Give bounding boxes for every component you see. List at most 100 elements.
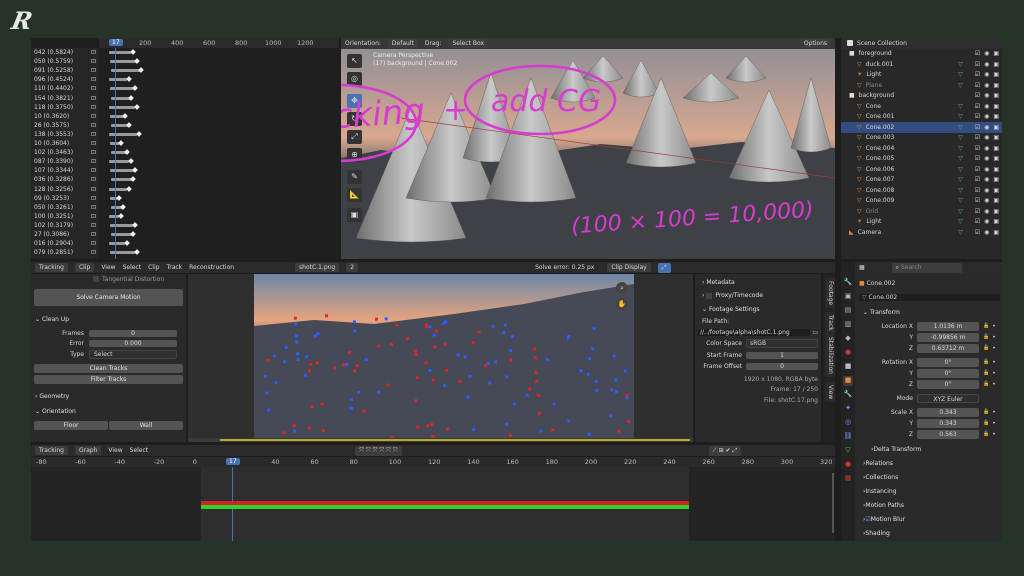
keyframe-dot-icon[interactable]: • <box>992 370 996 377</box>
property-section-header[interactable]: › Motion Paths <box>859 500 1000 511</box>
graph-view-dropdown[interactable]: Graph <box>74 446 102 455</box>
track-marker[interactable] <box>292 423 296 427</box>
lock-icon[interactable]: 🔓 <box>983 431 989 437</box>
tab-view[interactable]: View <box>825 382 835 403</box>
graph-scrollbar[interactable] <box>832 473 834 533</box>
lock-icon[interactable]: 🔓 <box>983 370 989 376</box>
keyframe-dot-icon[interactable]: • <box>992 345 996 352</box>
render-icon[interactable]: ▣ <box>993 50 999 57</box>
eye-icon[interactable]: ◉ <box>984 197 989 204</box>
track-marker[interactable] <box>623 369 627 373</box>
lock-icon[interactable]: 🔓 <box>983 359 989 365</box>
track-lock-icon[interactable]: ⊡ <box>91 167 96 174</box>
track-marker[interactable] <box>295 334 299 338</box>
track-marker[interactable] <box>355 364 359 368</box>
properties-search[interactable]: ⌕ Search <box>891 262 962 273</box>
keyframe-diamond[interactable] <box>126 185 132 192</box>
track-marker[interactable] <box>468 374 472 378</box>
eye-icon[interactable]: ◉ <box>984 187 989 194</box>
track-channel[interactable]: 10 (0.3620) ⊡ <box>31 112 99 121</box>
track-marker[interactable] <box>413 349 417 353</box>
frame-marker[interactable]: 17 <box>109 39 123 46</box>
render-icon[interactable]: ▣ <box>993 113 999 120</box>
track-marker[interactable] <box>539 429 543 433</box>
track-marker[interactable] <box>505 422 509 426</box>
track-lock-icon[interactable]: ⊡ <box>91 186 96 193</box>
track-marker[interactable] <box>282 360 286 364</box>
track-marker[interactable] <box>534 371 538 375</box>
track-marker[interactable] <box>309 362 313 366</box>
track-marker[interactable] <box>627 420 631 424</box>
track-channel[interactable]: 110 (0.4402) ⊡ <box>31 84 99 93</box>
menu-reconstruction[interactable]: Reconstruction <box>189 264 234 271</box>
lock-icon[interactable]: 🔓 <box>983 409 989 415</box>
track-marker[interactable] <box>431 378 435 382</box>
track-marker[interactable] <box>511 335 515 339</box>
outliner-item[interactable]: ☀ Light ▽ ☑ ◉ ▣ <box>841 217 1002 228</box>
scene-tab-icon[interactable]: ◆ <box>843 334 853 344</box>
track-marker[interactable] <box>293 316 297 320</box>
eye-icon[interactable]: ◉ <box>984 124 989 131</box>
visibility-checkbox[interactable]: ☑ <box>975 197 980 204</box>
track-channel[interactable]: 050 (0.3261) ⊡ <box>31 203 99 212</box>
outliner-item[interactable]: ▽ Cone ▽ ☑ ◉ ▣ <box>841 101 1002 112</box>
track-marker[interactable] <box>443 342 447 346</box>
track-marker[interactable] <box>444 368 448 372</box>
track-marker[interactable] <box>463 355 467 359</box>
outliner-item[interactable]: ▽ Cone.008 ▽ ☑ ◉ ▣ <box>841 185 1002 196</box>
track-marker[interactable] <box>374 317 378 321</box>
track-lock-icon[interactable]: ⊡ <box>91 131 96 138</box>
track-marker[interactable] <box>348 351 352 355</box>
start-frame-field[interactable]: 1 <box>746 351 818 359</box>
proxy-section-header[interactable]: › Proxy/Timecode <box>698 290 818 301</box>
track-marker[interactable] <box>535 379 539 383</box>
track-marker[interactable] <box>533 347 537 351</box>
tab-stabilization[interactable]: Stabilization <box>825 334 835 377</box>
track-marker[interactable] <box>484 364 488 368</box>
track-marker[interactable] <box>348 406 352 410</box>
render-icon[interactable]: ▣ <box>993 145 999 152</box>
error-field[interactable]: 0.000 <box>89 340 177 348</box>
track-marker[interactable] <box>428 325 432 329</box>
track-marker[interactable] <box>320 402 324 406</box>
outliner-item[interactable]: ▽ Cone.006 ▽ ☑ ◉ ▣ <box>841 164 1002 175</box>
keyframe-diamond[interactable] <box>124 240 130 246</box>
keyframe-diamond[interactable] <box>126 76 132 83</box>
track-marker[interactable] <box>272 354 276 358</box>
track-lock-icon[interactable]: ⊡ <box>91 140 96 147</box>
track-marker[interactable] <box>508 434 512 438</box>
track-marker[interactable] <box>349 397 353 401</box>
track-marker[interactable] <box>430 423 434 427</box>
track-marker[interactable] <box>264 374 268 378</box>
eye-icon[interactable]: ◉ <box>984 50 989 57</box>
file-path-field[interactable]: //../footage\alpha\shotC.1.png <box>698 328 811 336</box>
orientation-section-header[interactable]: ⌄ Orientation <box>31 406 186 417</box>
visibility-checkbox[interactable]: ☑ <box>975 187 980 194</box>
menu-select[interactable]: Select <box>123 264 142 271</box>
track-marker[interactable] <box>579 369 583 373</box>
track-marker[interactable] <box>424 323 428 327</box>
track-marker[interactable] <box>471 340 475 344</box>
track-channel[interactable]: 154 (0.3821) ⊡ <box>31 94 99 103</box>
track-channel[interactable]: 10 (0.3604) ⊡ <box>31 139 99 148</box>
keyframe-diamond[interactable] <box>134 249 140 256</box>
track-marker[interactable] <box>528 387 532 391</box>
track-marker[interactable] <box>591 347 595 351</box>
pan-hand-icon[interactable]: ✋ <box>616 298 628 310</box>
track-lock-icon[interactable]: ⊡ <box>91 104 96 111</box>
physics-tab-icon[interactable]: ◎ <box>843 418 853 428</box>
track-marker[interactable] <box>586 372 590 376</box>
track-marker[interactable] <box>295 340 299 344</box>
track-lock-icon[interactable]: ⊡ <box>91 204 96 211</box>
data-block-field[interactable]: ▽ Cone.002 <box>859 293 1000 301</box>
track-marker[interactable] <box>567 419 571 423</box>
keyframe-diamond[interactable] <box>116 194 122 201</box>
eye-icon[interactable]: ◉ <box>984 113 989 120</box>
track-marker[interactable] <box>265 391 269 395</box>
outliner-item[interactable]: ▽ Cone.004 ▽ ☑ ◉ ▣ <box>841 143 1002 154</box>
visibility-checkbox[interactable]: ☑ <box>975 134 980 141</box>
graph-display-icons[interactable]: ⟋ ⊞ ✔ ⤢ <box>708 445 742 456</box>
track-lock-icon[interactable]: ⊡ <box>91 67 96 74</box>
track-marker[interactable] <box>477 330 481 334</box>
keyframe-diamond[interactable] <box>128 158 134 165</box>
